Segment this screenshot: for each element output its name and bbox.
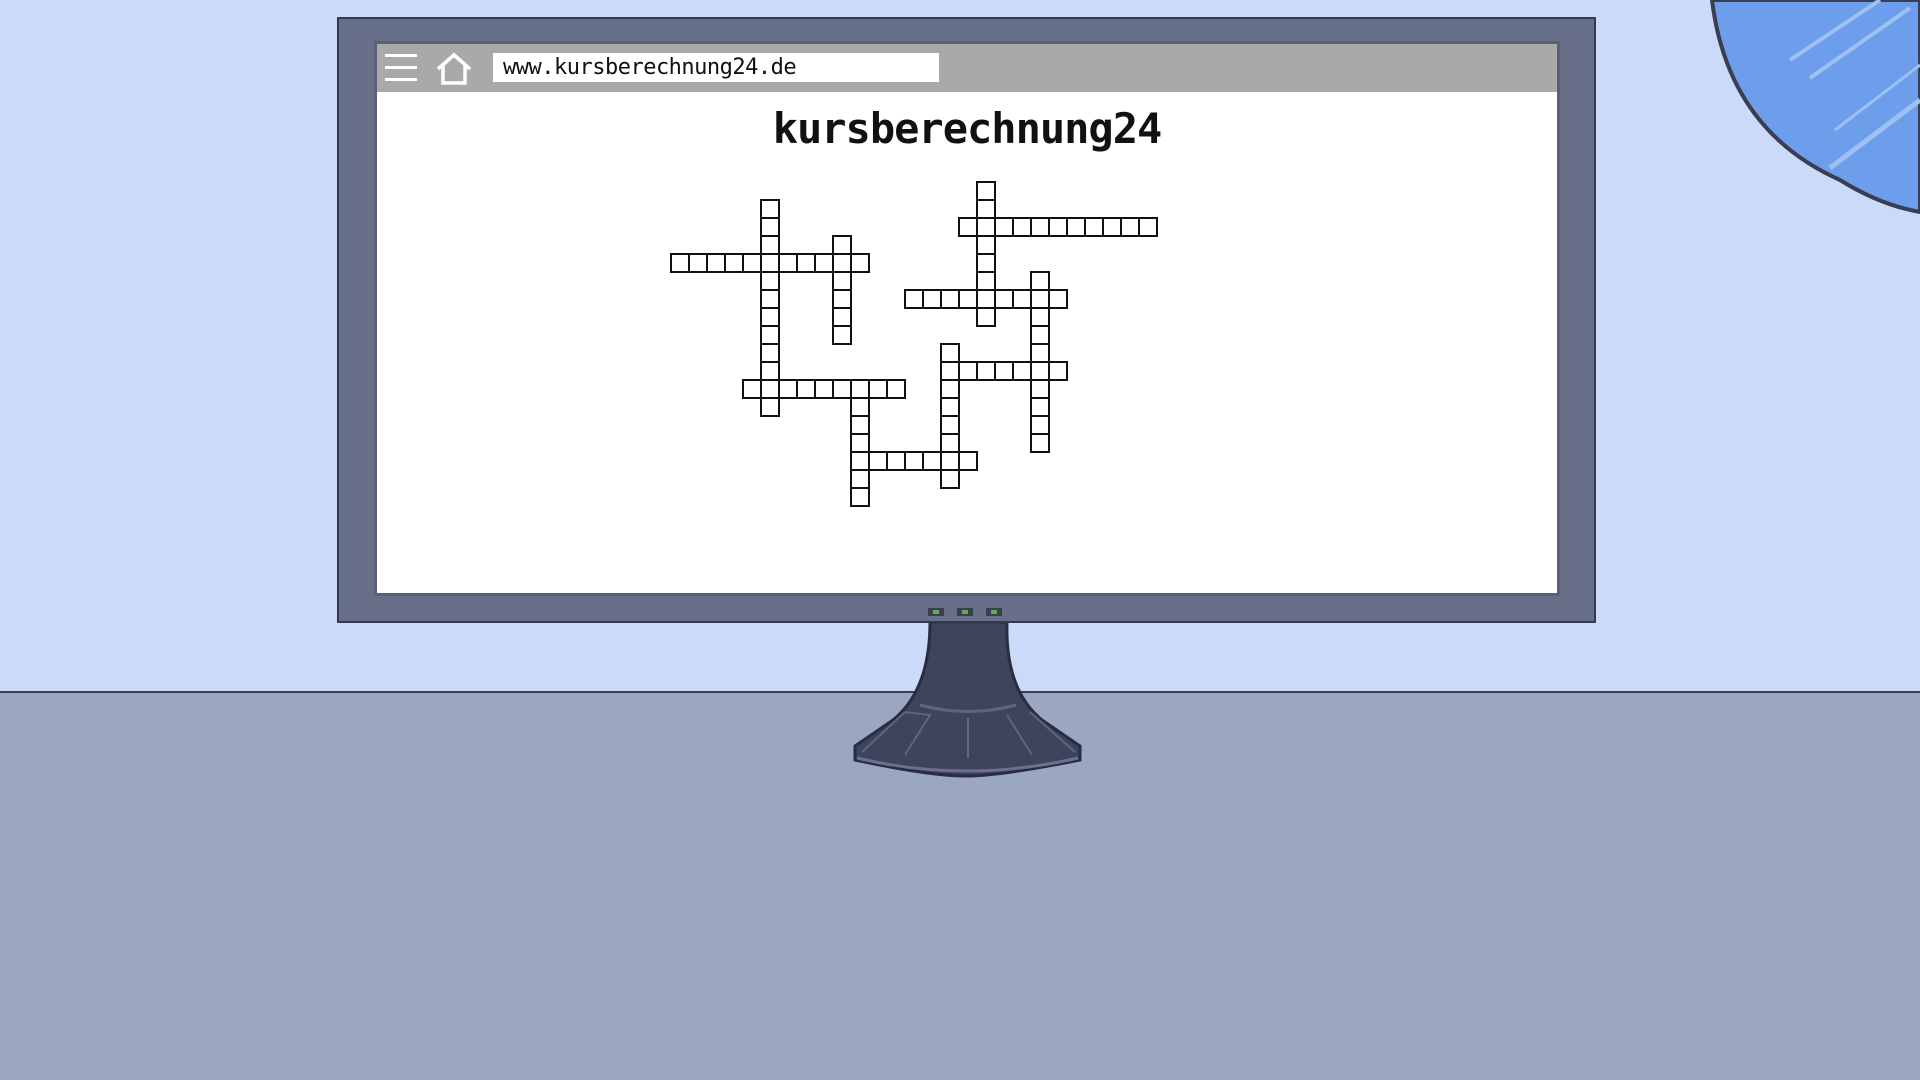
crossword-cell[interactable] — [1048, 361, 1068, 381]
crossword-cell[interactable] — [850, 397, 870, 417]
crossword-cell[interactable] — [814, 253, 834, 273]
crossword-cell[interactable] — [760, 253, 780, 273]
crossword-cell[interactable] — [1030, 379, 1050, 399]
crossword-cell[interactable] — [976, 217, 996, 237]
crossword-cell[interactable] — [832, 253, 852, 273]
crossword-cell[interactable] — [940, 397, 960, 417]
crossword-cell[interactable] — [1030, 271, 1050, 291]
crossword-cell[interactable] — [940, 289, 960, 309]
crossword-cell[interactable] — [940, 469, 960, 489]
crossword-cell[interactable] — [922, 451, 942, 471]
crossword-cell[interactable] — [850, 415, 870, 435]
crossword-cell[interactable] — [940, 343, 960, 363]
crossword-cell[interactable] — [832, 271, 852, 291]
crossword-cell[interactable] — [760, 397, 780, 417]
crossword-cell[interactable] — [976, 271, 996, 291]
crossword-cell[interactable] — [976, 253, 996, 273]
crossword-cell[interactable] — [1030, 217, 1050, 237]
crossword-cell[interactable] — [940, 451, 960, 471]
crossword-cell[interactable] — [1030, 343, 1050, 363]
crossword-cell[interactable] — [1030, 289, 1050, 309]
crossword-cell[interactable] — [1030, 307, 1050, 327]
crossword-cell[interactable] — [760, 289, 780, 309]
crossword-cell[interactable] — [742, 253, 762, 273]
crossword-cell[interactable] — [850, 379, 870, 399]
crossword-cell[interactable] — [976, 361, 996, 381]
crossword-cell[interactable] — [958, 451, 978, 471]
crossword-cell[interactable] — [958, 289, 978, 309]
crossword-cell[interactable] — [1030, 325, 1050, 345]
crossword-cell[interactable] — [994, 217, 1014, 237]
crossword-cell[interactable] — [1102, 217, 1122, 237]
crossword-cell[interactable] — [760, 199, 780, 219]
crossword-cell[interactable] — [940, 379, 960, 399]
crossword-cell[interactable] — [1030, 433, 1050, 453]
crossword-cell[interactable] — [940, 415, 960, 435]
crossword-cell[interactable] — [850, 469, 870, 489]
crossword-cell[interactable] — [886, 451, 906, 471]
crossword-cell[interactable] — [796, 253, 816, 273]
crossword-cell[interactable] — [976, 289, 996, 309]
crossword-cell[interactable] — [760, 325, 780, 345]
crossword-cell[interactable] — [958, 217, 978, 237]
crossword-cell[interactable] — [1030, 397, 1050, 417]
crossword-cell[interactable] — [778, 253, 798, 273]
crossword-cell[interactable] — [976, 235, 996, 255]
crossword-cell[interactable] — [760, 379, 780, 399]
crossword-cell[interactable] — [760, 361, 780, 381]
crossword-cell[interactable] — [1138, 217, 1158, 237]
crossword-cell[interactable] — [850, 487, 870, 507]
crossword-cell[interactable] — [832, 379, 852, 399]
crossword-cell[interactable] — [976, 199, 996, 219]
crossword-cell[interactable] — [850, 451, 870, 471]
crossword-cell[interactable] — [832, 289, 852, 309]
crossword-cell[interactable] — [868, 451, 888, 471]
crossword-cell[interactable] — [1066, 217, 1086, 237]
crossword-cell[interactable] — [1012, 361, 1032, 381]
crossword-cell[interactable] — [670, 253, 690, 273]
monitor-indicator-lights — [928, 608, 1002, 616]
crossword-cell[interactable] — [1012, 217, 1032, 237]
crossword-cell[interactable] — [850, 433, 870, 453]
crossword-cell[interactable] — [814, 379, 834, 399]
crossword-cell[interactable] — [760, 307, 780, 327]
crossword-cell[interactable] — [886, 379, 906, 399]
crossword-cell[interactable] — [832, 325, 852, 345]
crossword-cell[interactable] — [904, 451, 924, 471]
crossword-cell[interactable] — [1084, 217, 1104, 237]
crossword-cell[interactable] — [760, 235, 780, 255]
crossword-cell[interactable] — [1120, 217, 1140, 237]
crossword-cell[interactable] — [796, 379, 816, 399]
crossword-cell[interactable] — [832, 307, 852, 327]
crossword-cell[interactable] — [760, 217, 780, 237]
crossword-cell[interactable] — [1030, 361, 1050, 381]
crossword-cell[interactable] — [760, 343, 780, 363]
crossword-cell[interactable] — [922, 289, 942, 309]
crossword-cell[interactable] — [976, 181, 996, 201]
crossword-cell[interactable] — [976, 307, 996, 327]
crossword-cell[interactable] — [904, 289, 924, 309]
crossword-cell[interactable] — [832, 235, 852, 255]
crossword-grid — [670, 181, 1158, 507]
crossword-cell[interactable] — [760, 271, 780, 291]
crossword-cell[interactable] — [958, 361, 978, 381]
crossword-cell[interactable] — [994, 289, 1014, 309]
crossword-cell[interactable] — [868, 379, 888, 399]
crossword-cell[interactable] — [688, 253, 708, 273]
crossword-cell[interactable] — [778, 379, 798, 399]
crossword-cell[interactable] — [1030, 415, 1050, 435]
crossword-cell[interactable] — [1012, 289, 1032, 309]
crossword-cell[interactable] — [724, 253, 744, 273]
crossword-cell[interactable] — [850, 253, 870, 273]
crossword-cell[interactable] — [742, 379, 762, 399]
crossword-cell[interactable] — [1048, 289, 1068, 309]
crossword-cell[interactable] — [940, 361, 960, 381]
crossword-cell[interactable] — [1048, 217, 1068, 237]
crossword-cell[interactable] — [994, 361, 1014, 381]
crossword-cell[interactable] — [706, 253, 726, 273]
crossword-cell[interactable] — [940, 433, 960, 453]
